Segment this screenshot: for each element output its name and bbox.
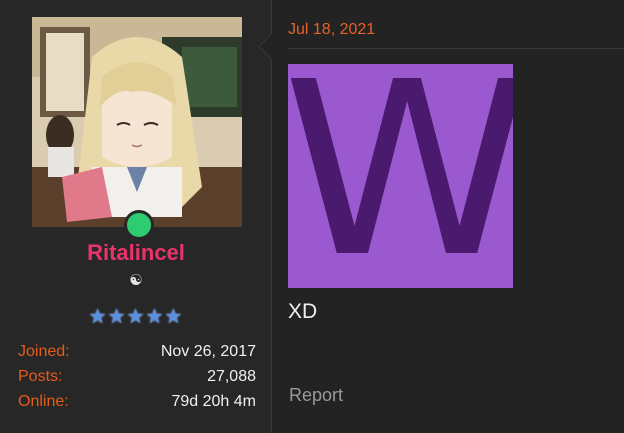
stat-online: Online: 79d 20h 4m bbox=[18, 393, 256, 418]
stat-joined: Joined: Nov 26, 2017 bbox=[18, 343, 256, 368]
stat-posts: Posts: 27,088 bbox=[18, 368, 256, 393]
divider bbox=[288, 48, 624, 49]
username-link[interactable]: Ritalincel bbox=[0, 240, 272, 266]
stat-value: Nov 26, 2017 bbox=[160, 343, 256, 360]
avatar[interactable] bbox=[32, 17, 242, 227]
post-body-text: XD bbox=[288, 300, 318, 323]
stat-label: Joined: bbox=[18, 343, 70, 360]
post-image[interactable]: W bbox=[288, 64, 513, 288]
post-date[interactable]: Jul 18, 2021 bbox=[288, 21, 375, 39]
user-rank-stars: ★★★★★ bbox=[88, 306, 184, 328]
yin-yang-icon: ☯ bbox=[129, 272, 143, 289]
user-sidebar: Ritalincel ☯ ★★★★★ Joined: Nov 26, 2017 … bbox=[0, 0, 272, 433]
stat-label: Posts: bbox=[18, 368, 63, 385]
image-letter: W bbox=[288, 64, 513, 288]
stat-value: 79d 20h 4m bbox=[171, 393, 256, 410]
online-status-indicator bbox=[124, 210, 154, 240]
stat-value: 27,088 bbox=[207, 368, 256, 385]
stat-label: Online: bbox=[18, 393, 69, 410]
avatar-container bbox=[32, 17, 242, 240]
report-link[interactable]: Report bbox=[289, 385, 343, 406]
user-stats: Joined: Nov 26, 2017 Posts: 27,088 Onlin… bbox=[18, 343, 256, 418]
